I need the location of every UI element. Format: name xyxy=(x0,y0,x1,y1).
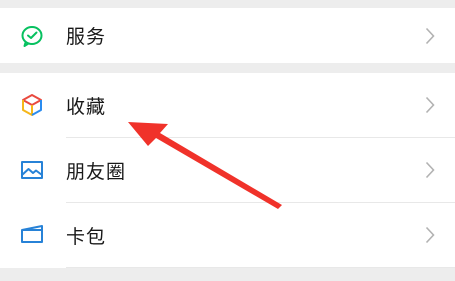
chevron-right-icon xyxy=(425,96,435,114)
menu-item-moments[interactable]: 朋友圈 xyxy=(0,138,455,202)
menu-item-service[interactable]: 服务 xyxy=(0,8,455,63)
divider xyxy=(66,267,455,268)
moments-image-icon xyxy=(21,161,43,179)
card-wallet-icon xyxy=(21,225,43,243)
chevron-right-icon xyxy=(425,226,435,244)
menu-item-favorites[interactable]: 收藏 xyxy=(0,73,455,137)
features-group: 收藏 朋友圈 卡包 xyxy=(0,73,455,268)
chevron-right-icon xyxy=(425,161,435,179)
top-spacer xyxy=(0,0,455,8)
favorites-cube-icon xyxy=(22,94,42,116)
menu-item-label: 卡包 xyxy=(66,225,107,248)
wechat-pay-icon xyxy=(21,25,43,47)
menu-item-card-wallet[interactable]: 卡包 xyxy=(0,203,455,267)
chevron-right-icon xyxy=(425,27,435,44)
menu-item-label: 朋友圈 xyxy=(66,160,127,183)
section-spacer xyxy=(0,63,455,73)
menu-item-label: 收藏 xyxy=(66,95,107,118)
menu-item-label: 服务 xyxy=(66,26,107,48)
service-group: 服务 xyxy=(0,8,455,63)
